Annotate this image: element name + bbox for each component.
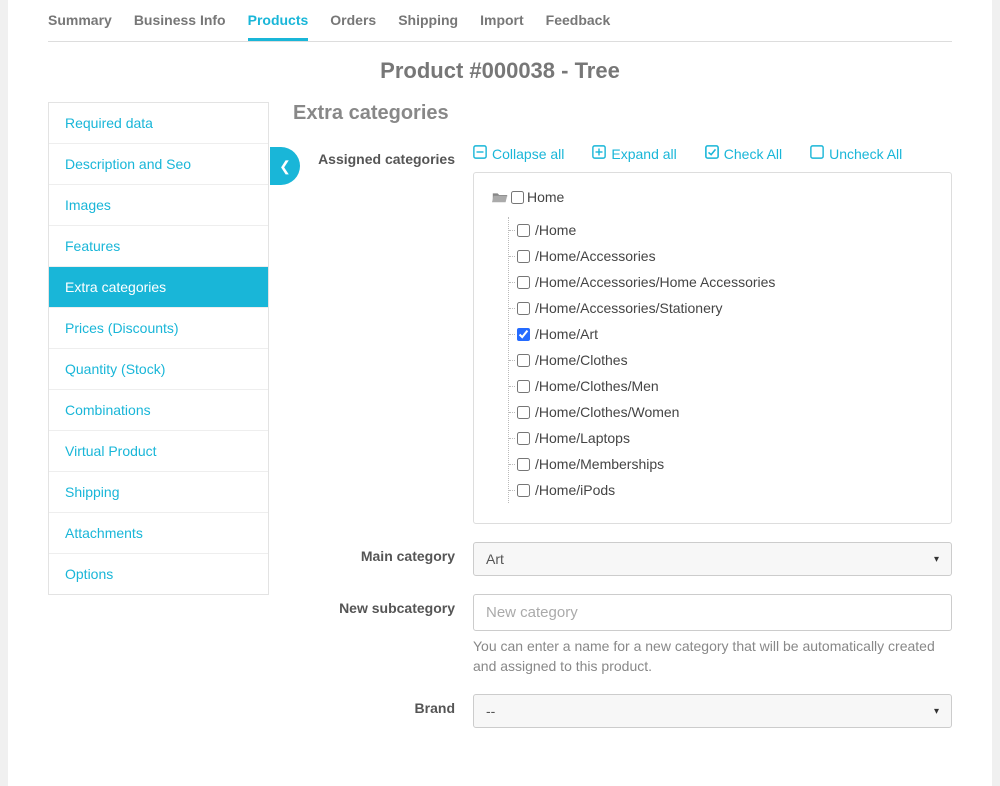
tree-children: /Home/Home/Accessories/Home/Accessories/… (508, 217, 939, 503)
check-all-button[interactable]: Check All (705, 145, 782, 162)
brand-select[interactable]: -- ▾ (473, 694, 952, 728)
sidebar-item-description-and-seo[interactable]: Description and Seo (49, 144, 268, 185)
new-subcategory-input[interactable] (473, 594, 952, 631)
tree-node-checkbox[interactable] (517, 354, 530, 367)
tree-node[interactable]: /Home/Memberships (517, 451, 939, 477)
tree-node[interactable]: /Home (517, 217, 939, 243)
tree-node-label: /Home/Accessories/Home Accessories (535, 274, 775, 290)
sidebar-item-attachments[interactable]: Attachments (49, 513, 268, 554)
top-tab-feedback[interactable]: Feedback (546, 4, 611, 41)
tree-node[interactable]: /Home/Laptops (517, 425, 939, 451)
tree-node[interactable]: /Home/Clothes/Men (517, 373, 939, 399)
sidebar-item-extra-categories[interactable]: Extra categories (49, 267, 268, 308)
top-tab-business-info[interactable]: Business Info (134, 4, 226, 41)
tree-node-label: /Home/iPods (535, 482, 615, 498)
check-all-label: Check All (724, 146, 782, 162)
uncheck-all-icon (810, 145, 824, 162)
tree-node[interactable]: /Home/Clothes (517, 347, 939, 373)
main-category-value: Art (486, 551, 504, 567)
expand-icon (592, 145, 606, 162)
sidebar-item-combinations[interactable]: Combinations (49, 390, 268, 431)
uncheck-all-button[interactable]: Uncheck All (810, 145, 902, 162)
top-tab-products[interactable]: Products (248, 4, 309, 41)
folder-open-icon (492, 191, 508, 204)
main-category-label: Main category (293, 542, 473, 564)
check-all-icon (705, 145, 719, 162)
tree-node-checkbox[interactable] (517, 250, 530, 263)
tree-root-checkbox[interactable] (511, 191, 524, 204)
tree-actions: Collapse all Expand all Ch (473, 145, 952, 162)
new-subcategory-help: You can enter a name for a new category … (473, 637, 952, 676)
sidebar-item-options[interactable]: Options (49, 554, 268, 594)
tree-node[interactable]: /Home/Accessories (517, 243, 939, 269)
tree-node-checkbox[interactable] (517, 328, 530, 341)
section-heading: Extra categories (293, 102, 952, 125)
tree-node-label: /Home/Accessories/Stationery (535, 300, 723, 316)
tree-node-checkbox[interactable] (517, 432, 530, 445)
caret-down-icon: ▾ (934, 554, 939, 565)
sidebar: ❮ Required dataDescription and SeoImages… (48, 102, 269, 595)
top-tab-summary[interactable]: Summary (48, 4, 112, 41)
tree-node-label: /Home (535, 222, 576, 238)
tree-node-checkbox[interactable] (517, 380, 530, 393)
chevron-left-icon: ❮ (279, 158, 291, 175)
top-tab-shipping[interactable]: Shipping (398, 4, 458, 41)
tree-node-label: /Home/Art (535, 326, 598, 342)
sidebar-item-features[interactable]: Features (49, 226, 268, 267)
tree-node-label: /Home/Accessories (535, 248, 656, 264)
tree-node-checkbox[interactable] (517, 458, 530, 471)
tree-node[interactable]: /Home/Art (517, 321, 939, 347)
tree-node[interactable]: /Home/Clothes/Women (517, 399, 939, 425)
new-subcategory-label: New subcategory (293, 594, 473, 616)
sidebar-item-shipping[interactable]: Shipping (49, 472, 268, 513)
brand-label: Brand (293, 694, 473, 716)
sidebar-item-quantity-stock-[interactable]: Quantity (Stock) (49, 349, 268, 390)
assigned-categories-label: Assigned categories (293, 145, 473, 167)
brand-value: -- (486, 703, 495, 719)
tree-node-label: /Home/Clothes/Women (535, 404, 679, 420)
category-tree: Home /Home/Home/Accessories/Home/Accesso… (473, 172, 952, 524)
main-content: Extra categories Assigned categories Col… (293, 102, 952, 746)
tree-node[interactable]: /Home/Accessories/Stationery (517, 295, 939, 321)
tree-node-checkbox[interactable] (517, 484, 530, 497)
sidebar-item-prices-discounts-[interactable]: Prices (Discounts) (49, 308, 268, 349)
page-title: Product #000038 - Tree (48, 58, 952, 84)
tree-root-label: Home (527, 189, 564, 205)
tree-node[interactable]: /Home/iPods (517, 477, 939, 503)
sidebar-item-required-data[interactable]: Required data (49, 103, 268, 144)
tree-node-label: /Home/Clothes (535, 352, 628, 368)
collapse-all-button[interactable]: Collapse all (473, 145, 564, 162)
tree-node-label: /Home/Memberships (535, 456, 664, 472)
tree-node-checkbox[interactable] (517, 406, 530, 419)
tree-node-label: /Home/Clothes/Men (535, 378, 659, 394)
top-tab-import[interactable]: Import (480, 4, 524, 41)
tree-node-checkbox[interactable] (517, 224, 530, 237)
main-category-select[interactable]: Art ▾ (473, 542, 952, 576)
caret-down-icon: ▾ (934, 706, 939, 717)
sidebar-item-virtual-product[interactable]: Virtual Product (49, 431, 268, 472)
expand-all-button[interactable]: Expand all (592, 145, 676, 162)
top-tabs: Summary Business Info Products Orders Shippi… (48, 0, 952, 42)
sidebar-item-images[interactable]: Images (49, 185, 268, 226)
top-tab-orders[interactable]: Orders (330, 4, 376, 41)
tree-node[interactable]: /Home/Accessories/Home Accessories (517, 269, 939, 295)
collapse-icon (473, 145, 487, 162)
tree-node-checkbox[interactable] (517, 302, 530, 315)
tree-root[interactable]: Home (492, 189, 939, 205)
expand-all-label: Expand all (611, 146, 676, 162)
uncheck-all-label: Uncheck All (829, 146, 902, 162)
tree-node-checkbox[interactable] (517, 276, 530, 289)
tree-node-label: /Home/Laptops (535, 430, 630, 446)
collapse-all-label: Collapse all (492, 146, 564, 162)
